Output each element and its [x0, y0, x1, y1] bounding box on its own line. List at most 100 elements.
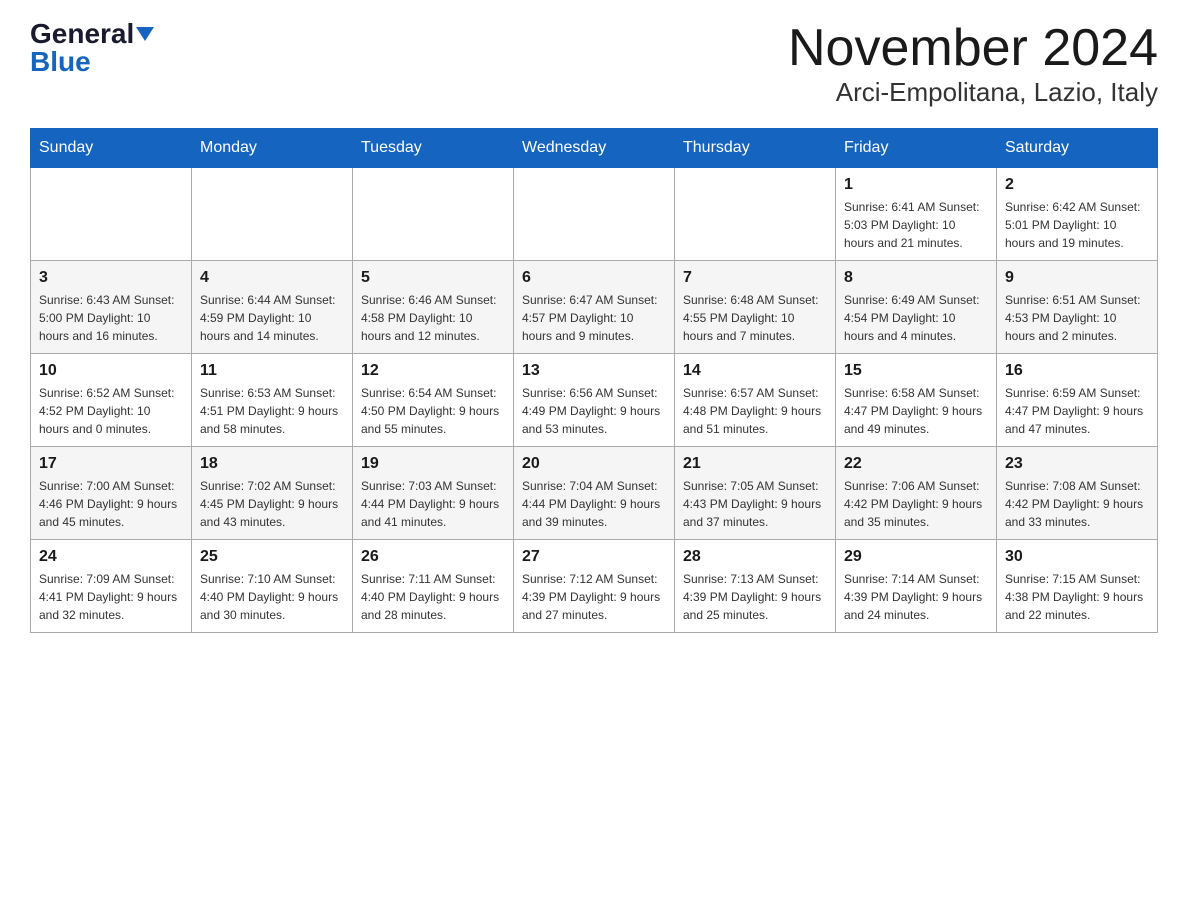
- day-header-thursday: Thursday: [675, 129, 836, 168]
- calendar-cell: [675, 168, 836, 261]
- calendar-cell: 7 Sunrise: 6:48 AM Sunset: 4:55 PM Daylig…: [675, 261, 836, 354]
- day-number: 12: [361, 362, 505, 380]
- day-info: Sunrise: 7:10 AM Sunset: 4:40 PM Dayligh…: [200, 570, 344, 624]
- location-title: Arci-Empolitana, Lazio, Italy: [788, 77, 1158, 108]
- calendar-cell: 12 Sunrise: 6:54 AM Sunset: 4:50 PM Dayli…: [353, 354, 514, 447]
- calendar-cell: 19Sunrise: 7:03 AM Sunset: 4:44 PM Dayli…: [353, 447, 514, 540]
- day-number: 15: [844, 362, 988, 380]
- day-header-wednesday: Wednesday: [514, 129, 675, 168]
- calendar-week-row: 10 Sunrise: 6:52 AM Sunset: 4:52 PM Dayli…: [31, 354, 1158, 447]
- day-info: Sunrise: 7:00 AM Sunset: 4:46 PM Dayligh…: [39, 477, 183, 531]
- logo-triangle-icon: [136, 27, 154, 41]
- day-info: Sunrise: 7:06 AM Sunset: 4:42 PM Dayligh…: [844, 477, 988, 531]
- day-number: 1: [844, 176, 988, 194]
- day-info: Sunrise: 6:48 AM Sunset: 4:55 PM Dayligh…: [683, 291, 827, 345]
- day-info: Sunrise: 6:53 AM Sunset: 4:51 PM Dayligh…: [200, 384, 344, 438]
- calendar-cell: 4 Sunrise: 6:44 AM Sunset: 4:59 PM Daylig…: [192, 261, 353, 354]
- calendar-week-row: 1Sunrise: 6:41 AM Sunset: 5:03 PM Daylig…: [31, 168, 1158, 261]
- day-info: Sunrise: 6:47 AM Sunset: 4:57 PM Dayligh…: [522, 291, 666, 345]
- day-info: Sunrise: 6:54 AM Sunset: 4:50 PM Dayligh…: [361, 384, 505, 438]
- day-info: Sunrise: 7:11 AM Sunset: 4:40 PM Dayligh…: [361, 570, 505, 624]
- logo-blue-text: Blue: [30, 48, 91, 76]
- calendar-cell: 1Sunrise: 6:41 AM Sunset: 5:03 PM Daylig…: [836, 168, 997, 261]
- day-info: Sunrise: 7:09 AM Sunset: 4:41 PM Dayligh…: [39, 570, 183, 624]
- calendar-cell: 22 Sunrise: 7:06 AM Sunset: 4:42 PM Dayli…: [836, 447, 997, 540]
- day-number: 24: [39, 548, 183, 566]
- logo-general-text: General: [30, 20, 134, 48]
- calendar-cell: 11 Sunrise: 6:53 AM Sunset: 4:51 PM Dayli…: [192, 354, 353, 447]
- calendar-cell: 23 Sunrise: 7:08 AM Sunset: 4:42 PM Dayli…: [997, 447, 1158, 540]
- calendar-cell: 20 Sunrise: 7:04 AM Sunset: 4:44 PM Dayli…: [514, 447, 675, 540]
- day-info: Sunrise: 6:57 AM Sunset: 4:48 PM Dayligh…: [683, 384, 827, 438]
- day-number: 2: [1005, 176, 1149, 194]
- day-number: 7: [683, 269, 827, 287]
- day-number: 21: [683, 455, 827, 473]
- day-header-monday: Monday: [192, 129, 353, 168]
- day-number: 16: [1005, 362, 1149, 380]
- day-info: Sunrise: 6:52 AM Sunset: 4:52 PM Dayligh…: [39, 384, 183, 438]
- day-info: Sunrise: 7:04 AM Sunset: 4:44 PM Dayligh…: [522, 477, 666, 531]
- day-number: 11: [200, 362, 344, 380]
- day-number: 29: [844, 548, 988, 566]
- day-header-sunday: Sunday: [31, 129, 192, 168]
- calendar-cell: 30 Sunrise: 7:15 AM Sunset: 4:38 PM Dayli…: [997, 540, 1158, 633]
- day-info: Sunrise: 7:08 AM Sunset: 4:42 PM Dayligh…: [1005, 477, 1149, 531]
- calendar-cell: 16Sunrise: 6:59 AM Sunset: 4:47 PM Dayli…: [997, 354, 1158, 447]
- calendar-cell: 18 Sunrise: 7:02 AM Sunset: 4:45 PM Dayli…: [192, 447, 353, 540]
- calendar-week-row: 24 Sunrise: 7:09 AM Sunset: 4:41 PM Dayli…: [31, 540, 1158, 633]
- day-number: 5: [361, 269, 505, 287]
- day-info: Sunrise: 6:44 AM Sunset: 4:59 PM Dayligh…: [200, 291, 344, 345]
- day-number: 3: [39, 269, 183, 287]
- calendar-cell: 6 Sunrise: 6:47 AM Sunset: 4:57 PM Daylig…: [514, 261, 675, 354]
- calendar-cell: 5Sunrise: 6:46 AM Sunset: 4:58 PM Daylig…: [353, 261, 514, 354]
- day-number: 28: [683, 548, 827, 566]
- calendar-cell: [353, 168, 514, 261]
- day-number: 30: [1005, 548, 1149, 566]
- day-info: Sunrise: 7:14 AM Sunset: 4:39 PM Dayligh…: [844, 570, 988, 624]
- calendar-cell: 15Sunrise: 6:58 AM Sunset: 4:47 PM Dayli…: [836, 354, 997, 447]
- day-number: 6: [522, 269, 666, 287]
- day-info: Sunrise: 7:02 AM Sunset: 4:45 PM Dayligh…: [200, 477, 344, 531]
- day-info: Sunrise: 7:15 AM Sunset: 4:38 PM Dayligh…: [1005, 570, 1149, 624]
- day-number: 25: [200, 548, 344, 566]
- calendar-cell: 10 Sunrise: 6:52 AM Sunset: 4:52 PM Dayli…: [31, 354, 192, 447]
- day-info: Sunrise: 6:42 AM Sunset: 5:01 PM Dayligh…: [1005, 198, 1149, 252]
- calendar-cell: 29 Sunrise: 7:14 AM Sunset: 4:39 PM Dayli…: [836, 540, 997, 633]
- day-info: Sunrise: 6:51 AM Sunset: 4:53 PM Dayligh…: [1005, 291, 1149, 345]
- calendar-cell: 14 Sunrise: 6:57 AM Sunset: 4:48 PM Dayli…: [675, 354, 836, 447]
- calendar-cell: 27Sunrise: 7:12 AM Sunset: 4:39 PM Dayli…: [514, 540, 675, 633]
- logo: General Blue: [30, 20, 154, 76]
- day-number: 23: [1005, 455, 1149, 473]
- day-number: 19: [361, 455, 505, 473]
- day-number: 9: [1005, 269, 1149, 287]
- day-info: Sunrise: 6:49 AM Sunset: 4:54 PM Dayligh…: [844, 291, 988, 345]
- calendar-cell: 25 Sunrise: 7:10 AM Sunset: 4:40 PM Dayli…: [192, 540, 353, 633]
- calendar-week-row: 3 Sunrise: 6:43 AM Sunset: 5:00 PM Daylig…: [31, 261, 1158, 354]
- day-info: Sunrise: 7:13 AM Sunset: 4:39 PM Dayligh…: [683, 570, 827, 624]
- calendar-cell: 3 Sunrise: 6:43 AM Sunset: 5:00 PM Daylig…: [31, 261, 192, 354]
- calendar-cell: [31, 168, 192, 261]
- day-number: 17: [39, 455, 183, 473]
- title-block: November 2024 Arci-Empolitana, Lazio, It…: [788, 20, 1158, 108]
- day-header-friday: Friday: [836, 129, 997, 168]
- calendar-cell: 9 Sunrise: 6:51 AM Sunset: 4:53 PM Daylig…: [997, 261, 1158, 354]
- calendar-week-row: 17 Sunrise: 7:00 AM Sunset: 4:46 PM Dayli…: [31, 447, 1158, 540]
- day-number: 14: [683, 362, 827, 380]
- page-header: General Blue November 2024 Arci-Empolita…: [30, 20, 1158, 108]
- calendar-header-row: SundayMondayTuesdayWednesdayThursdayFrid…: [31, 129, 1158, 168]
- calendar-cell: [514, 168, 675, 261]
- calendar-table: SundayMondayTuesdayWednesdayThursdayFrid…: [30, 128, 1158, 633]
- day-number: 22: [844, 455, 988, 473]
- day-number: 4: [200, 269, 344, 287]
- day-info: Sunrise: 6:43 AM Sunset: 5:00 PM Dayligh…: [39, 291, 183, 345]
- day-header-tuesday: Tuesday: [353, 129, 514, 168]
- day-info: Sunrise: 7:12 AM Sunset: 4:39 PM Dayligh…: [522, 570, 666, 624]
- day-header-saturday: Saturday: [997, 129, 1158, 168]
- calendar-cell: 17 Sunrise: 7:00 AM Sunset: 4:46 PM Dayli…: [31, 447, 192, 540]
- calendar-cell: 2 Sunrise: 6:42 AM Sunset: 5:01 PM Daylig…: [997, 168, 1158, 261]
- day-number: 18: [200, 455, 344, 473]
- day-info: Sunrise: 7:05 AM Sunset: 4:43 PM Dayligh…: [683, 477, 827, 531]
- calendar-cell: 8Sunrise: 6:49 AM Sunset: 4:54 PM Daylig…: [836, 261, 997, 354]
- day-number: 10: [39, 362, 183, 380]
- day-number: 20: [522, 455, 666, 473]
